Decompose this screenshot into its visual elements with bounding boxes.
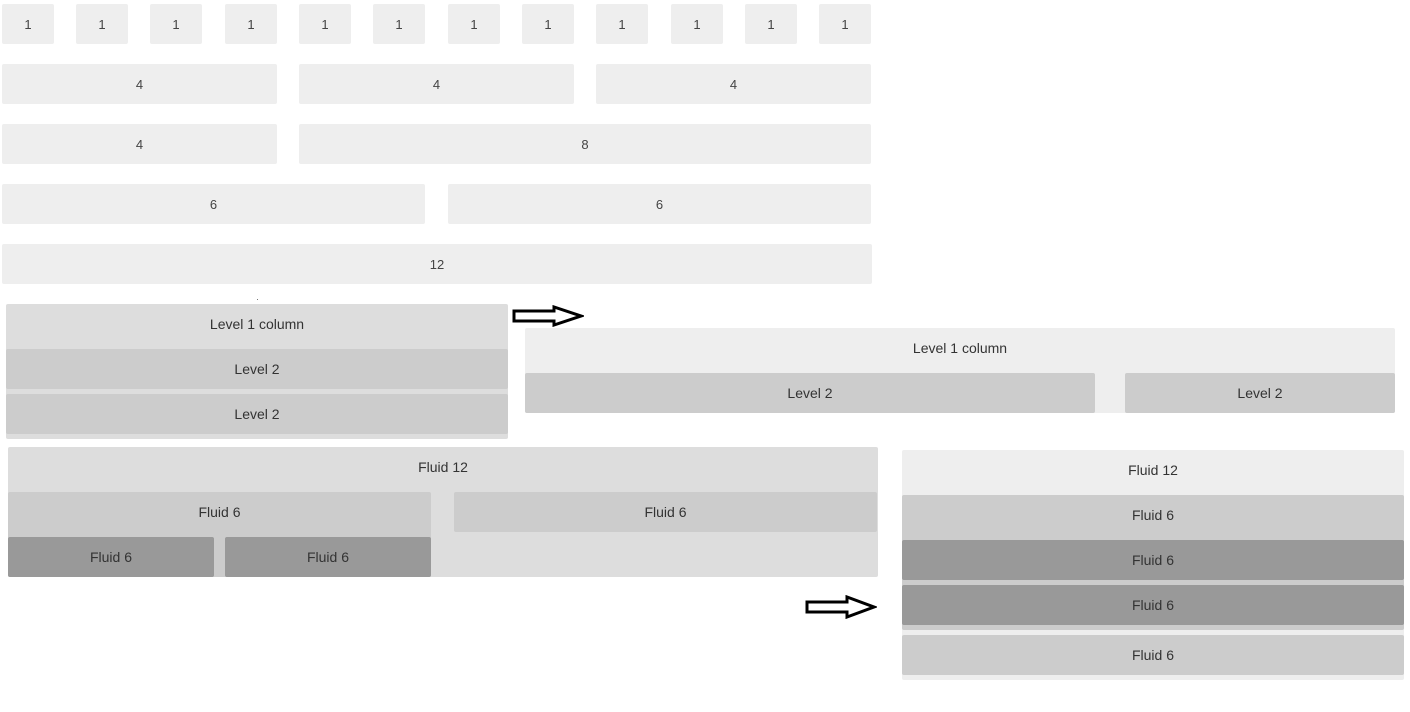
nested-level1-column-side: Level 1 column Level 2 Level 2 [525,328,1395,413]
grid-cell-span-1: 1 [745,4,797,44]
fluid-6-column: Fluid 6 [902,635,1404,675]
fluid-6-inner-column: Fluid 6 [902,585,1404,625]
grid-cell-span-1: 1 [448,4,500,44]
fluid-6-container: Fluid 6 Fluid 6 Fluid 6 [8,492,431,577]
level2-column: Level 2 [6,349,508,389]
grid-cell-span-4: 4 [2,64,277,104]
fluid-6-column: Fluid 6 [454,492,877,532]
grid-cell-span-1: 1 [819,4,871,44]
nested-level1-column-stacked: Level 1 column Level 2 Level 2 [6,304,508,439]
grid-cell-span-1: 1 [671,4,723,44]
grid-cell-span-4: 4 [596,64,871,104]
grid-cell-span-8: 8 [299,124,871,164]
grid-cell-span-1: 1 [150,4,202,44]
fluid-6-container: Fluid 6 Fluid 6 Fluid 6 [902,495,1404,630]
grid-cell-span-1: 1 [76,4,128,44]
fluid-6-label: Fluid 6 [198,504,241,520]
fluid-6-label: Fluid 6 [1131,507,1175,523]
level2-column: Level 2 [1125,373,1395,413]
grid-cell-span-4: 4 [299,64,574,104]
grid-cell-span-1: 1 [2,4,54,44]
stray-dot [257,299,258,300]
level2-column: Level 2 [525,373,1095,413]
grid-cell-span-1: 1 [522,4,574,44]
fluid-12-label: Fluid 12 [418,459,468,475]
grid-cell-span-6: 6 [448,184,871,224]
grid-cell-span-4: 4 [2,124,277,164]
level1-label: Level 1 column [912,340,1008,356]
right-arrow-icon [805,595,877,619]
fluid-12-label: Fluid 12 [1128,462,1178,478]
grid-cell-span-12: 12 [2,244,872,284]
right-arrow-icon [512,305,584,327]
level2-column: Level 2 [6,394,508,434]
grid-cell-span-1: 1 [373,4,425,44]
fluid-6-inner-column: Fluid 6 [8,537,214,577]
fluid-12-container-wide: Fluid 12 Fluid 6 Fluid 6 Fluid 6 Fluid 6 [8,447,878,577]
grid-cell-span-1: 1 [225,4,277,44]
fluid-12-container-stacked: Fluid 12 Fluid 6 Fluid 6 Fluid 6 Fluid 6 [902,450,1404,680]
grid-cell-span-1: 1 [299,4,351,44]
grid-cell-span-1: 1 [596,4,648,44]
fluid-6-inner-column: Fluid 6 [902,540,1404,580]
grid-cell-span-6: 6 [2,184,425,224]
fluid-6-inner-column: Fluid 6 [225,537,431,577]
level1-label: Level 1 column [209,316,305,332]
